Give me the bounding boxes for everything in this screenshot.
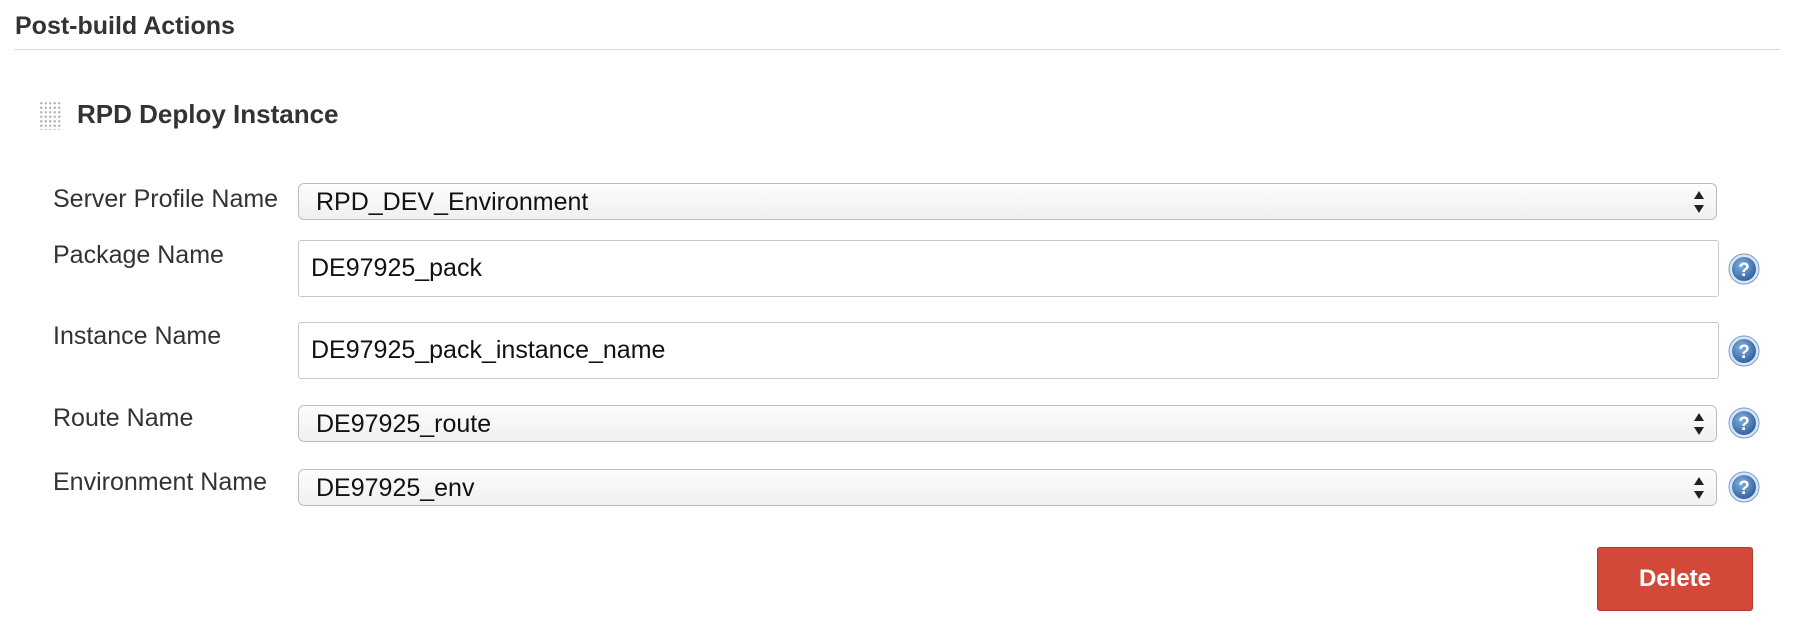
server-profile-selected-value: RPD_DEV_Environment [316, 188, 589, 216]
svg-text:?: ? [1738, 414, 1750, 435]
svg-text:?: ? [1738, 260, 1750, 281]
route-name-selected-value: DE97925_route [316, 410, 492, 438]
environment-name-help-icon[interactable]: ? [1728, 471, 1760, 503]
instance-name-help-icon[interactable]: ? [1728, 335, 1760, 367]
package-name-input[interactable] [298, 240, 1719, 297]
instance-name-input[interactable] [298, 322, 1719, 379]
section-header: Post-build Actions [14, 0, 1780, 50]
route-name-label: Route Name [53, 404, 194, 432]
select-arrows-icon [1694, 413, 1704, 435]
environment-name-selected-value: DE97925_env [316, 474, 475, 502]
svg-text:?: ? [1738, 342, 1750, 363]
route-name-help-icon[interactable]: ? [1728, 407, 1760, 439]
section-title: Post-build Actions [15, 12, 235, 40]
action-block-title: RPD Deploy Instance [77, 99, 339, 129]
server-profile-label: Server Profile Name [53, 185, 279, 213]
server-profile-select[interactable]: RPD_DEV_Environment [298, 183, 1717, 220]
select-arrows-icon [1694, 477, 1704, 499]
svg-text:?: ? [1738, 478, 1750, 499]
instance-name-label: Instance Name [53, 322, 222, 350]
delete-button[interactable]: Delete [1597, 547, 1753, 611]
package-name-label: Package Name [53, 241, 224, 269]
environment-name-select[interactable]: DE97925_env [298, 469, 1717, 506]
package-name-help-icon[interactable]: ? [1728, 253, 1760, 285]
drag-handle-icon[interactable] [39, 101, 62, 130]
route-name-select[interactable]: DE97925_route [298, 405, 1717, 442]
select-arrows-icon [1694, 191, 1704, 213]
environment-name-label: Environment Name [53, 468, 267, 496]
